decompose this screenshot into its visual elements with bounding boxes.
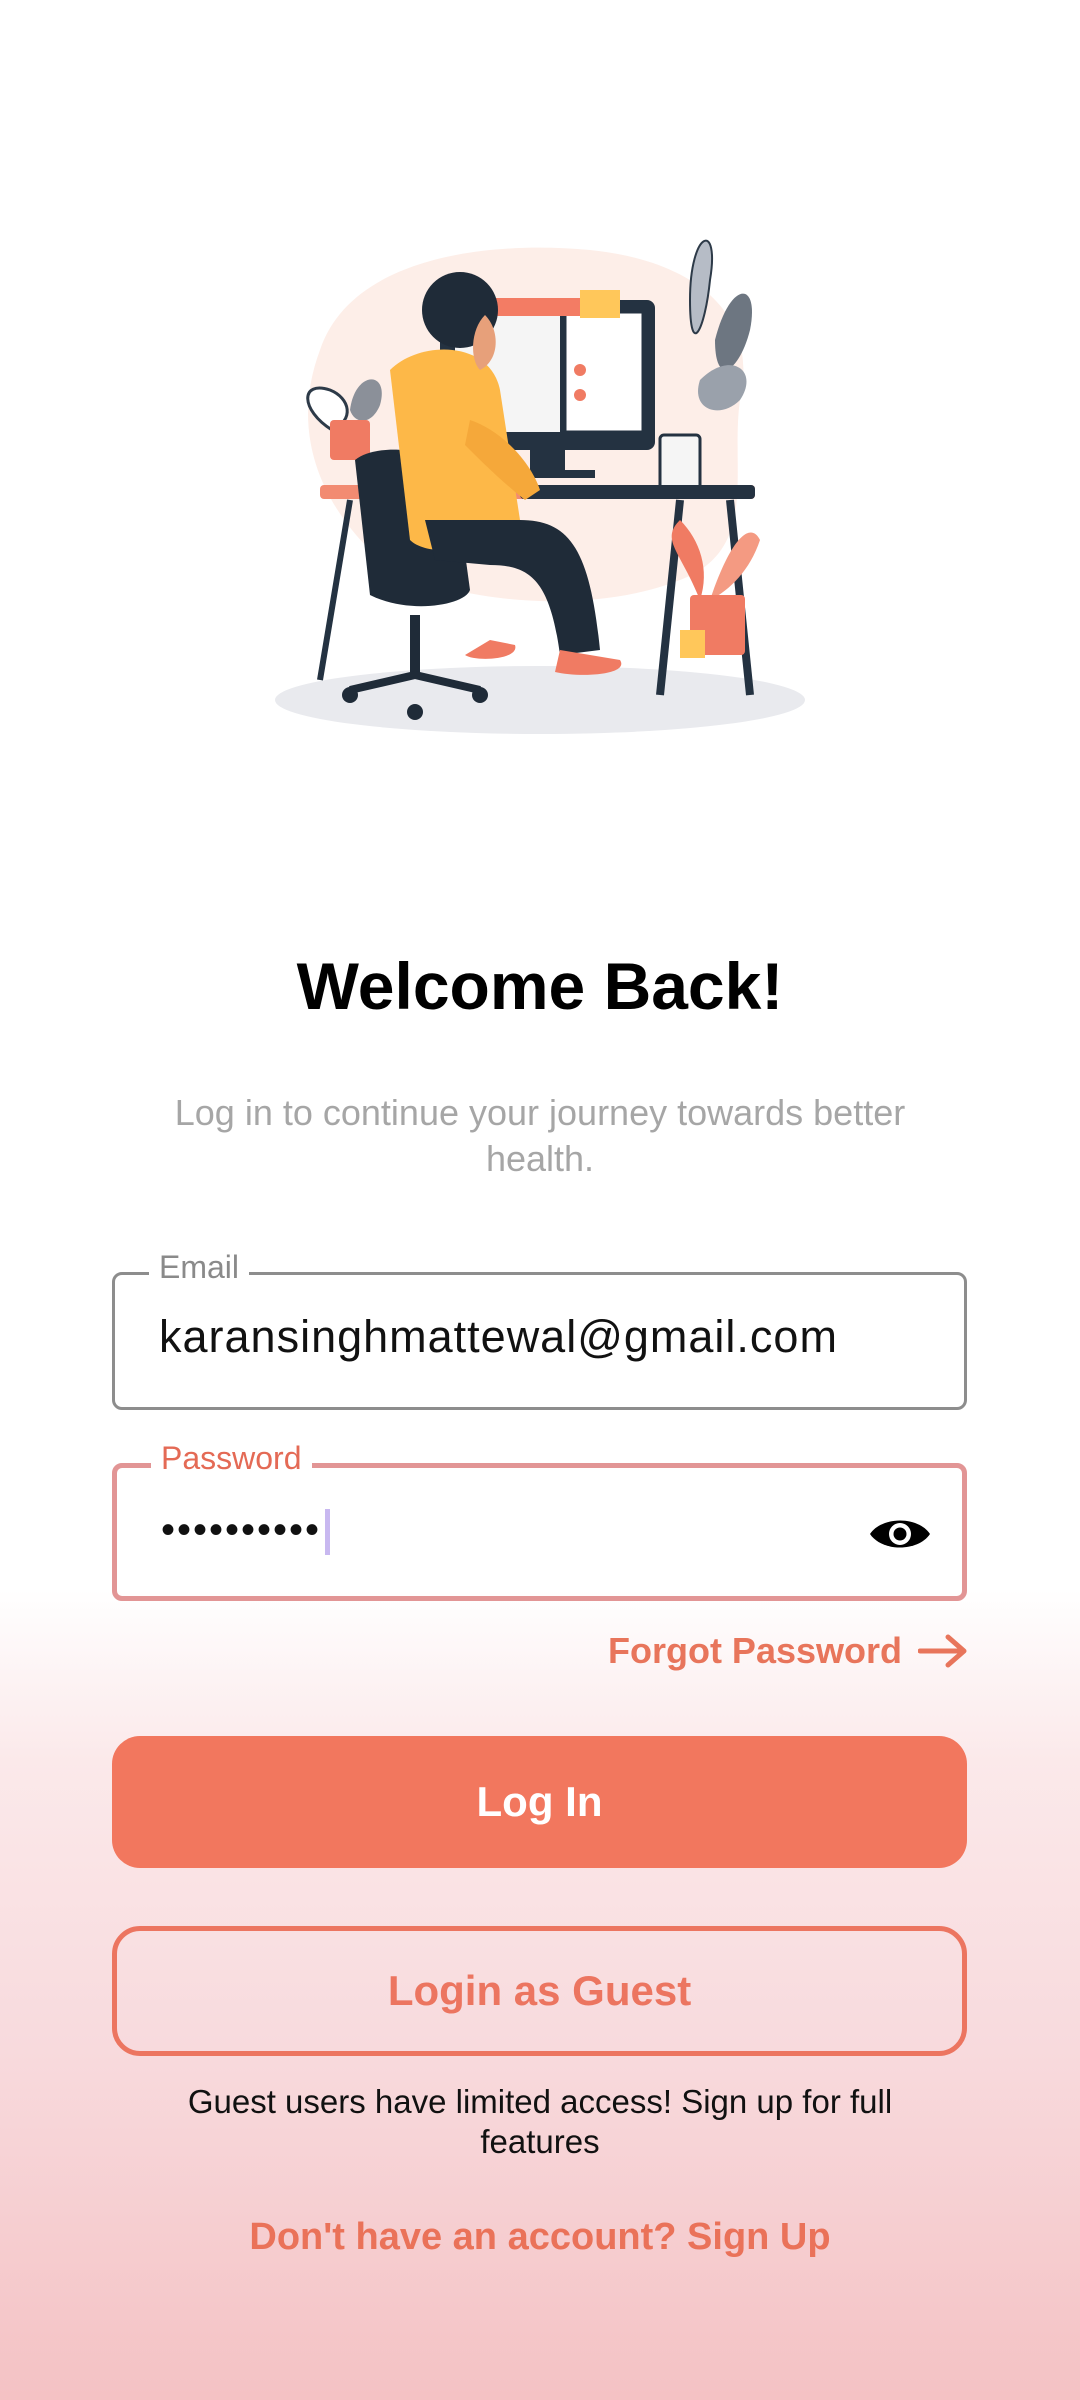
guest-login-button[interactable]: Login as Guest (112, 1926, 967, 2056)
eye-icon[interactable] (868, 1512, 932, 1556)
password-field[interactable]: Password •••••••••• (112, 1440, 967, 1601)
guest-note: Guest users have limited access! Sign up… (187, 2083, 893, 2160)
email-input[interactable]: karansinghmattewal@gmail.com (159, 1311, 838, 1363)
email-label: Email (149, 1249, 250, 1286)
login-button[interactable]: Log In (112, 1736, 967, 1868)
email-field[interactable]: Email karansinghmattewal@gmail.com (112, 1249, 967, 1410)
forgot-password-link[interactable]: Forgot Password (608, 1630, 968, 1672)
hero-illustration (275, 239, 805, 734)
arrow-right-icon (918, 1634, 967, 1668)
password-label: Password (151, 1440, 312, 1477)
page-subtitle: Log in to continue your journey towards … (174, 1092, 906, 1179)
password-input[interactable]: •••••••••• (161, 1508, 331, 1556)
text-caret (325, 1509, 331, 1556)
forgot-password-label: Forgot Password (607, 1630, 902, 1671)
page-title: Welcome Back! (296, 949, 784, 1023)
password-masked-text: •••••••••• (161, 1508, 322, 1552)
signup-link[interactable]: Don't have an account? Sign Up (0, 2216, 1080, 2259)
